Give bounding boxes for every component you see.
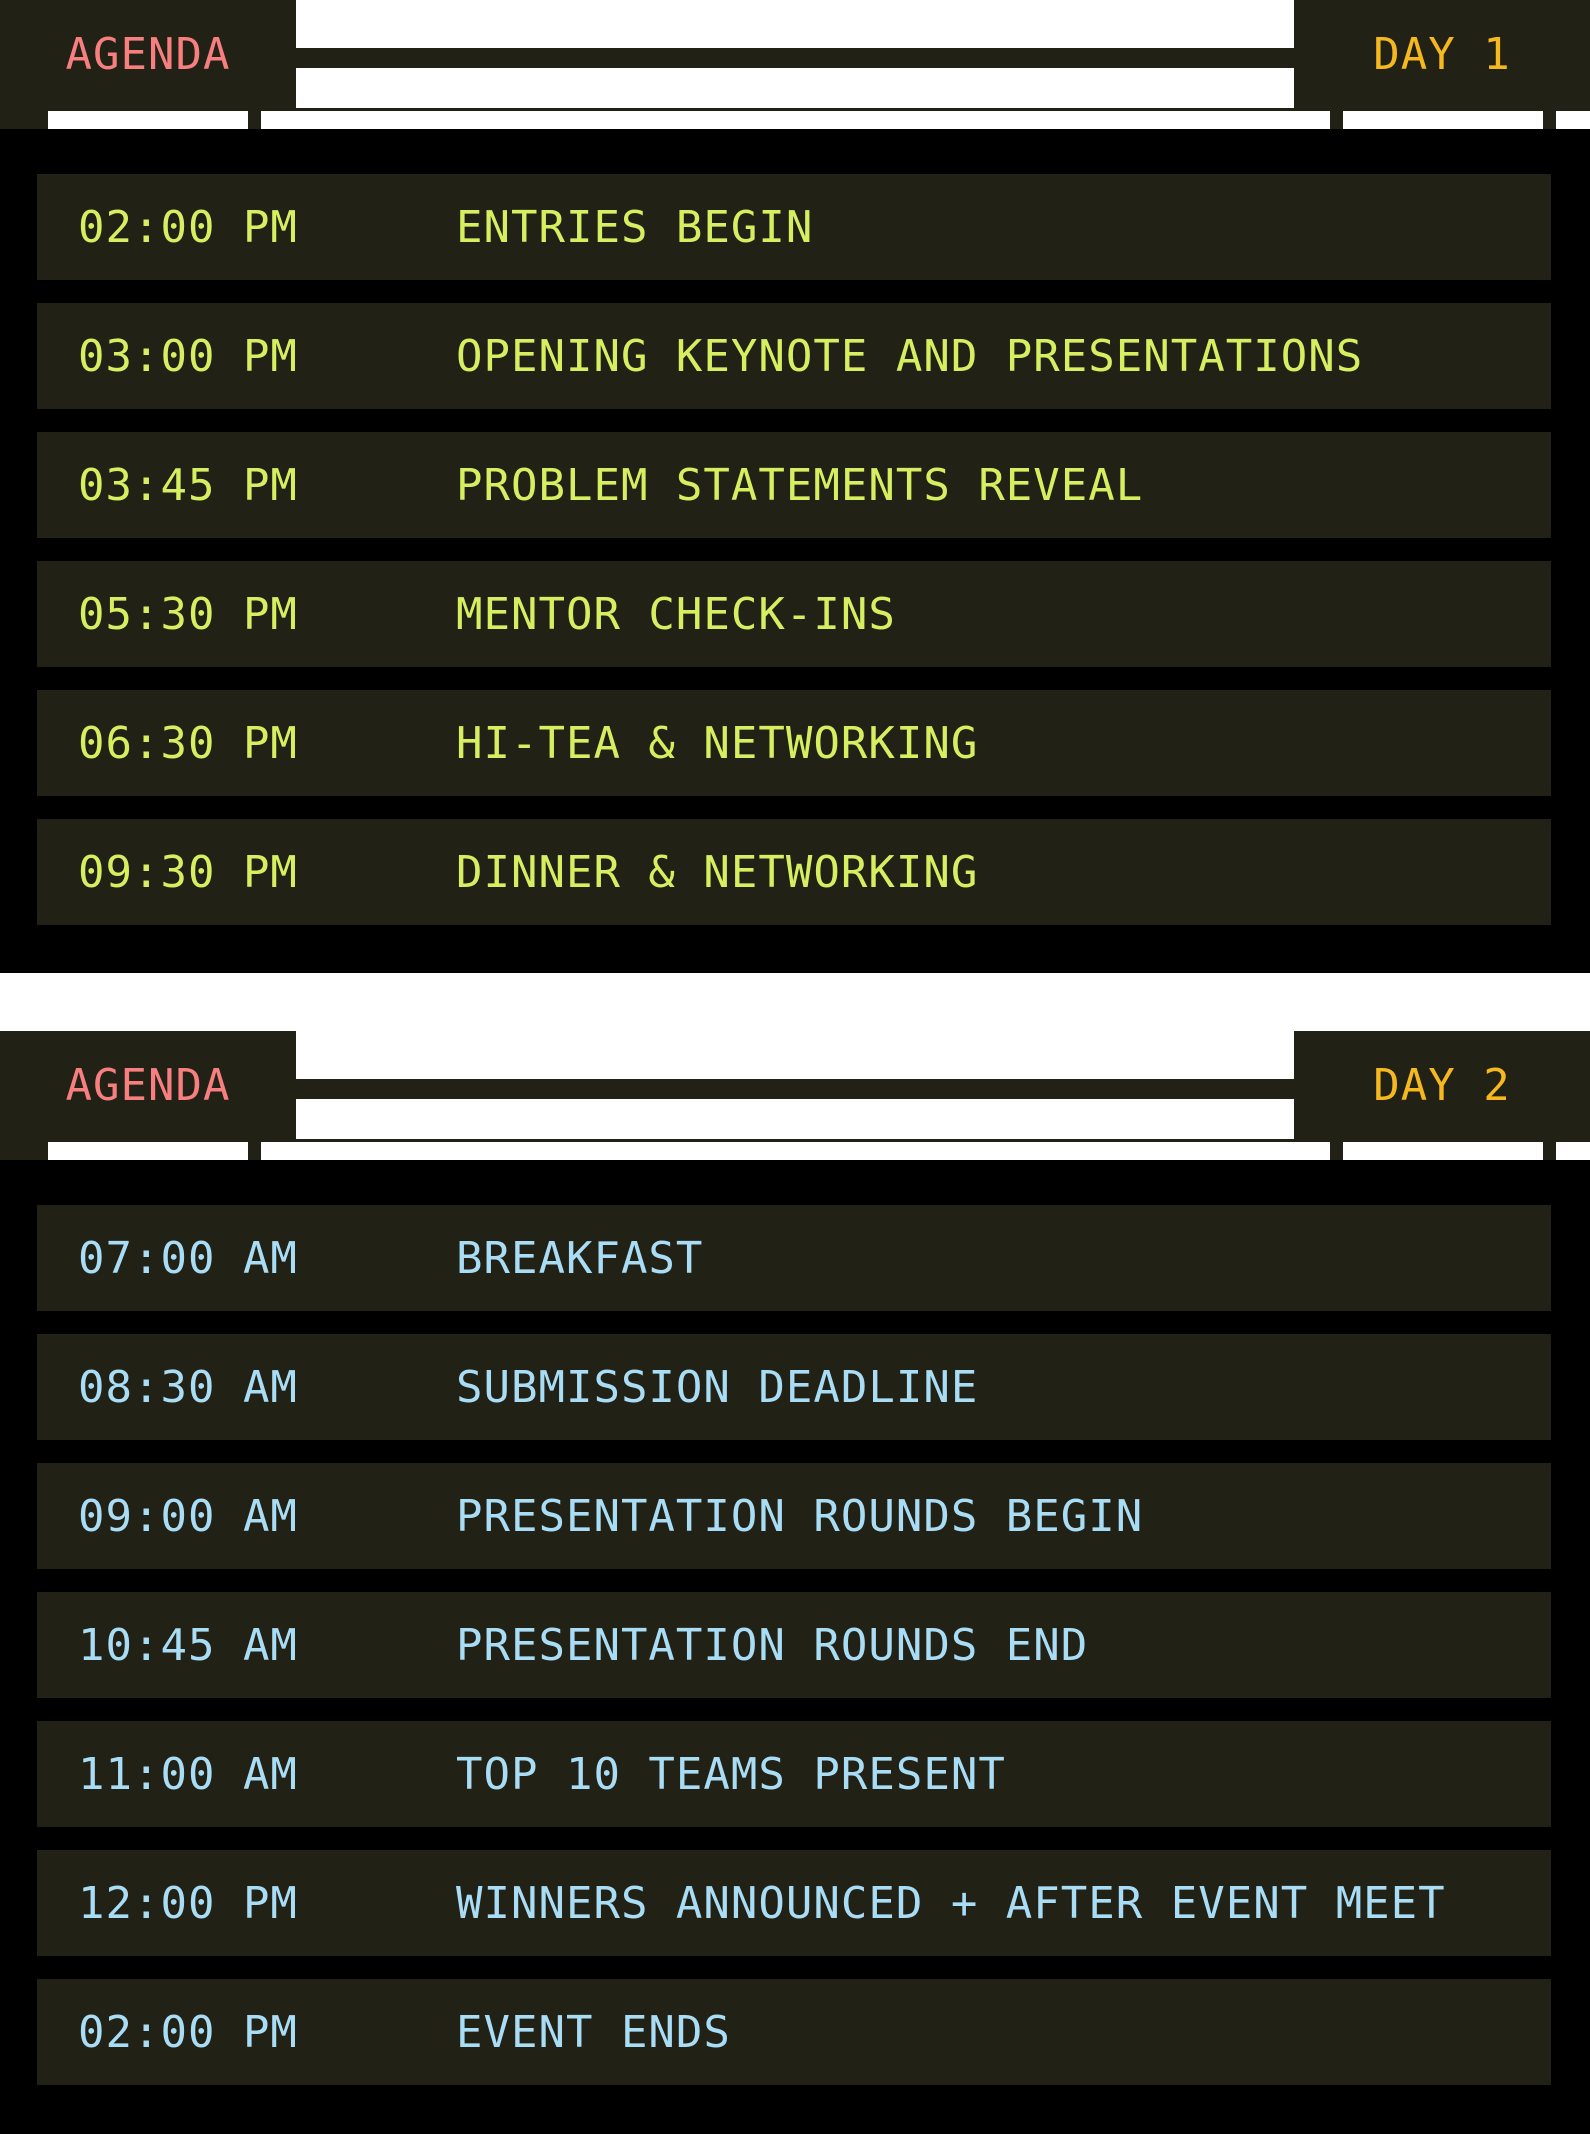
agenda-time: 08:30 AM: [78, 1361, 298, 1413]
day-tab: DAY 1: [1294, 0, 1590, 108]
agenda-event: HI-TEA & NETWORKING: [456, 717, 979, 769]
header-notch: [261, 111, 1330, 129]
agenda-day-1-panel: 02:00 PM ENTRIES BEGIN 03:00 PM OPENING …: [0, 129, 1590, 973]
agenda-day-2-section: AGENDA DAY 2 07:00 AM BREAKFAST 08:30 AM…: [0, 1031, 1590, 2134]
agenda-tab: AGENDA: [0, 0, 296, 108]
agenda-event: PRESENTATION ROUNDS END: [456, 1619, 1089, 1671]
agenda-tab: AGENDA: [0, 1031, 296, 1139]
agenda-row: 05:30 PM MENTOR CHECK-INS: [37, 561, 1551, 667]
agenda-day-1-section: AGENDA DAY 1 02:00 PM ENTRIES BEGIN 03:0…: [0, 0, 1590, 973]
day-tab: DAY 2: [1294, 1031, 1590, 1139]
agenda-event: PRESENTATION ROUNDS BEGIN: [456, 1490, 1144, 1542]
agenda-row: 03:00 PM OPENING KEYNOTE AND PRESENTATIO…: [37, 303, 1551, 409]
agenda-time: 06:30 PM: [78, 717, 298, 769]
agenda-event: PROBLEM STATEMENTS REVEAL: [456, 459, 1144, 511]
agenda-event: WINNERS ANNOUNCED + AFTER EVENT MEET: [456, 1877, 1446, 1929]
agenda-day-2-panel: 07:00 AM BREAKFAST 08:30 AM SUBMISSION D…: [0, 1160, 1590, 2134]
agenda-row: 02:00 PM EVENT ENDS: [37, 1979, 1551, 2085]
agenda-event: SUBMISSION DEADLINE: [456, 1361, 979, 1413]
day-label: DAY 2: [1373, 1059, 1511, 1111]
header-notch: [1343, 1142, 1543, 1160]
agenda-event: TOP 10 TEAMS PRESENT: [456, 1748, 1006, 1800]
agenda-time: 07:00 AM: [78, 1232, 298, 1284]
agenda-row: 09:00 AM PRESENTATION ROUNDS BEGIN: [37, 1463, 1551, 1569]
agenda-row: 11:00 AM TOP 10 TEAMS PRESENT: [37, 1721, 1551, 1827]
agenda-row: 10:45 AM PRESENTATION ROUNDS END: [37, 1592, 1551, 1698]
agenda-time: 03:00 PM: [78, 330, 298, 382]
header-notch: [261, 1142, 1330, 1160]
agenda-event: BREAKFAST: [456, 1232, 704, 1284]
agenda-label: AGENDA: [65, 1059, 231, 1111]
agenda-time: 03:45 PM: [78, 459, 298, 511]
agenda-row: 03:45 PM PROBLEM STATEMENTS REVEAL: [37, 432, 1551, 538]
agenda-time: 02:00 PM: [78, 201, 298, 253]
header-notch: [1556, 1142, 1590, 1160]
agenda-row: 09:30 PM DINNER & NETWORKING: [37, 819, 1551, 925]
agenda-event: DINNER & NETWORKING: [456, 846, 979, 898]
header-notch: [1556, 111, 1590, 129]
agenda-event: ENTRIES BEGIN: [456, 201, 814, 253]
day-label: DAY 1: [1373, 28, 1511, 80]
agenda-time: 09:30 PM: [78, 846, 298, 898]
agenda-row: 07:00 AM BREAKFAST: [37, 1205, 1551, 1311]
agenda-label: AGENDA: [65, 28, 231, 80]
agenda-time: 11:00 AM: [78, 1748, 298, 1800]
agenda-event: EVENT ENDS: [456, 2006, 731, 2058]
agenda-event: MENTOR CHECK-INS: [456, 588, 896, 640]
header-notch: [48, 111, 248, 129]
agenda-time: 02:00 PM: [78, 2006, 298, 2058]
header-notch: [1343, 111, 1543, 129]
agenda-row: 08:30 AM SUBMISSION DEADLINE: [37, 1334, 1551, 1440]
agenda-time: 05:30 PM: [78, 588, 298, 640]
agenda-row: 12:00 PM WINNERS ANNOUNCED + AFTER EVENT…: [37, 1850, 1551, 1956]
agenda-time: 09:00 AM: [78, 1490, 298, 1542]
agenda-row: 06:30 PM HI-TEA & NETWORKING: [37, 690, 1551, 796]
agenda-time: 12:00 PM: [78, 1877, 298, 1929]
agenda-day-1-header: AGENDA DAY 1: [0, 0, 1590, 129]
agenda-time: 10:45 AM: [78, 1619, 298, 1671]
agenda-row: 02:00 PM ENTRIES BEGIN: [37, 174, 1551, 280]
agenda-event: OPENING KEYNOTE AND PRESENTATIONS: [456, 330, 1364, 382]
agenda-day-2-header: AGENDA DAY 2: [0, 1031, 1590, 1160]
header-notch: [48, 1142, 248, 1160]
